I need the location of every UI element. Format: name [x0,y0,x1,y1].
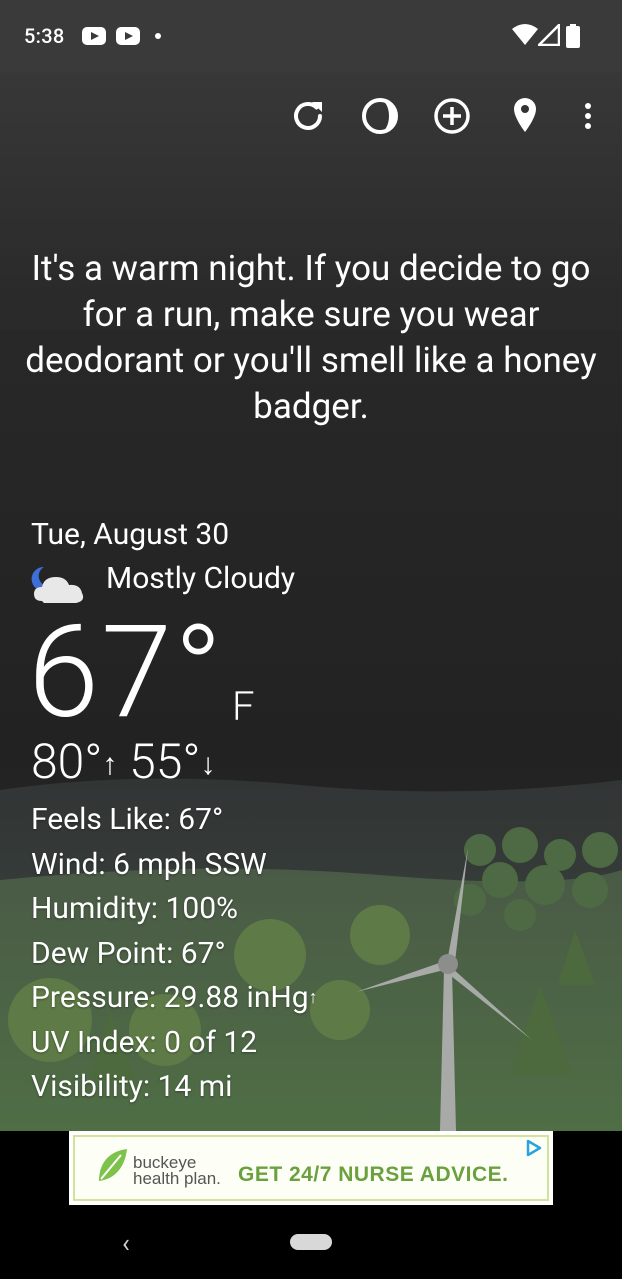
temperature-unit: F [232,683,255,730]
adchoices-icon[interactable] [525,1139,543,1157]
ad-cta: GET 24/7 NURSE ADVICE. [238,1163,509,1186]
refresh-icon [294,102,322,130]
youtube-icon [82,27,106,45]
ad-banner[interactable]: buckeye health plan. GET 24/7 NURSE ADVI… [69,1131,553,1205]
forecast-message: It's a warm night. If you decide to go f… [25,248,597,427]
youtube-icon [116,27,140,45]
add-location-button[interactable] [430,94,474,138]
low-temperature: 55° [129,733,201,790]
navigation-bar: ‹ [0,1211,622,1279]
high-temperature: 80° [31,733,103,790]
theme-icon [362,98,398,134]
status-time: 5:38 [24,24,65,48]
back-button[interactable]: ‹ [122,1229,130,1259]
feels-like: Feels Like: 67° [31,802,224,837]
leaf-logo-icon [99,1149,127,1181]
home-button[interactable] [290,1234,332,1250]
dew-point: Dew Point: 67° [31,935,226,971]
visibility: Visibility: 14 mi [31,1069,233,1104]
condition-label: Mostly Cloudy [106,561,296,596]
current-temperature: 67° [28,598,225,748]
pressure-value: Pressure: 29.88 inHg [31,980,309,1015]
more-options-icon [585,103,591,129]
wifi-icon [512,24,538,45]
add-location-icon [434,98,470,134]
uv-index: UV Index: 0 of 12 [31,1024,258,1060]
location-button[interactable] [503,94,547,138]
location-pin-icon [514,98,536,132]
refresh-button[interactable] [286,94,330,138]
down-arrow-icon: ↓ [200,747,216,782]
wind: Wind: 6 mph SSW [31,846,267,882]
humidity: Humidity: 100% [31,891,239,926]
pressure: Pressure: 29.88 inHg↑ [31,976,318,1021]
pressure-trend-icon: ↑ [308,987,318,1008]
ad-brand: buckeye health plan. [133,1153,221,1188]
notification-dot-icon [155,33,161,39]
up-arrow-icon: ↑ [102,747,118,782]
ad-content: buckeye health plan. GET 24/7 NURSE ADVI… [73,1135,549,1201]
signal-icon [538,24,560,46]
weather-details: Feels Like: 67° Wind: 6 mph SSW Humidity… [31,798,318,1110]
battery-icon [566,24,580,48]
date-label: Tue, August 30 [31,517,230,552]
theme-button[interactable] [358,94,402,138]
high-low: 80°↑ 55°↓ [31,733,215,790]
status-bar: 5:38 [0,0,622,72]
more-options-button[interactable] [566,94,610,138]
